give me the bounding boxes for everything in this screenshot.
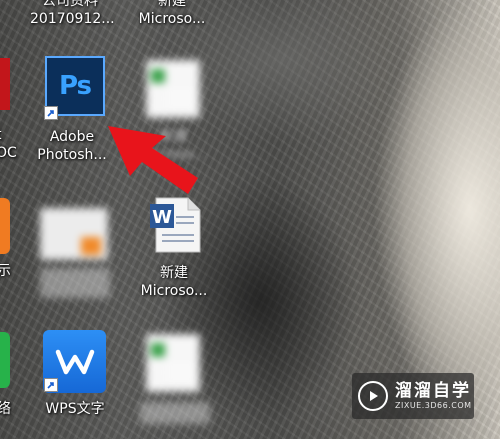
watermark-title: 溜溜自学 [395,381,471,401]
partial-red-icon[interactable] [0,58,10,110]
word-doc-icon: W [150,197,201,253]
wps-writer-label: WPS文字 [45,401,105,417]
partial-green-icon[interactable] [0,332,10,388]
photoshop-label: Adobe Photosh... [37,129,107,163]
desktop-wallpaper: 公司资料 20170912... 新建 Microso... t OC 示 络 … [0,0,500,439]
partial-orange-icon[interactable] [0,198,10,254]
partial-icon-label-3: 络 [0,401,11,417]
blurred-spreadsheet-label: 新建 Microso... [140,129,208,163]
shortcut-arrow-icon [44,106,58,120]
spreadsheet-label-blurred [140,402,210,424]
spreadsheet-icon [146,60,200,118]
desktop-icon-label-new-doc-top[interactable]: 新建 Microso... [132,0,212,28]
partial-icon-label-1: t OC [0,127,17,161]
word-doc-label: 新建 Microso... [140,265,208,299]
presentation-label-blurred [40,268,110,298]
play-logo-icon [358,381,388,411]
partial-icon-label-2: 示 [0,263,11,279]
presentation-icon [40,208,108,260]
shortcut-arrow-icon [44,378,58,392]
desktop-icon-label-company-docs[interactable]: 公司资料 20170912... [30,0,115,28]
watermark-url: ZIXUE.3D66.COM [395,401,472,410]
svg-text:W: W [152,207,172,228]
watermark-badge: 溜溜自学 ZIXUE.3D66.COM [352,373,474,419]
spreadsheet-icon-bottom [146,334,200,392]
